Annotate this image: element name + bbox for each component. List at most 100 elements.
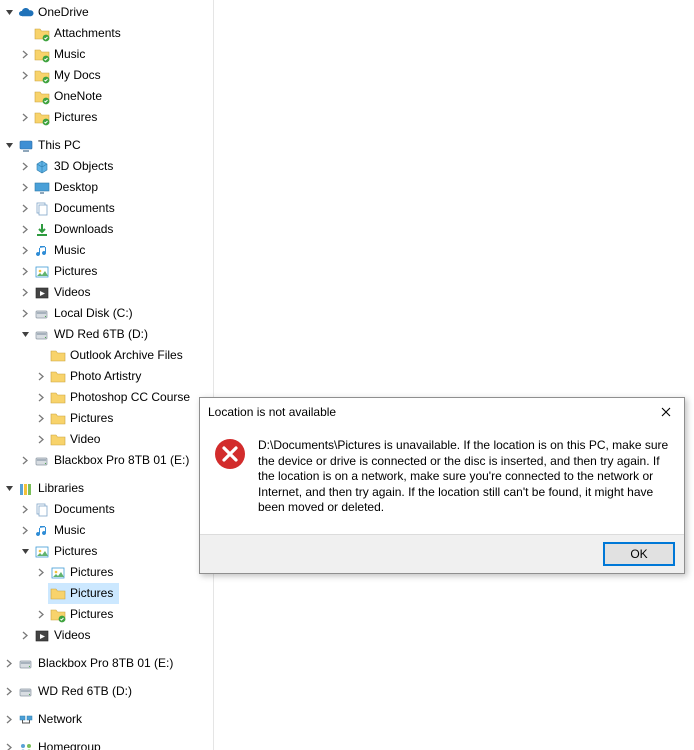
chevron-right-icon[interactable] xyxy=(18,524,32,538)
tree-item-label: WD Red 6TB (D:) xyxy=(54,324,148,345)
tree-item[interactable]: Blackbox Pro 8TB 01 (E:) xyxy=(0,450,213,471)
3d-icon xyxy=(34,159,50,175)
chevron-right-icon[interactable] xyxy=(18,181,32,195)
chevron-right-icon[interactable] xyxy=(18,454,32,468)
chevron-down-icon[interactable] xyxy=(2,6,16,20)
tree-item[interactable]: Pictures xyxy=(0,583,213,604)
tree-item[interactable]: Homegroup xyxy=(0,737,213,750)
close-icon[interactable] xyxy=(654,402,678,422)
folder-sync-icon xyxy=(34,68,50,84)
tree-item[interactable]: Pictures xyxy=(0,107,213,128)
chevron-right-icon[interactable] xyxy=(2,741,16,750)
tree-item[interactable]: Video xyxy=(0,429,213,450)
tree-item[interactable]: Documents xyxy=(0,499,213,520)
navigation-tree[interactable]: OneDriveAttachmentsMusicMy DocsOneNotePi… xyxy=(0,0,213,750)
tree-item[interactable]: Network xyxy=(0,709,213,730)
disk-icon xyxy=(34,453,50,469)
chevron-right-icon[interactable] xyxy=(34,412,48,426)
pc-icon xyxy=(18,138,34,154)
content-pane xyxy=(213,0,694,750)
tree-item[interactable]: Pictures xyxy=(0,408,213,429)
tree-item[interactable]: Photo Artistry xyxy=(0,366,213,387)
dialog-titlebar: Location is not available xyxy=(200,398,684,426)
chevron-right-icon[interactable] xyxy=(18,265,32,279)
tree-item-label: OneNote xyxy=(54,86,102,107)
chevron-right-icon[interactable] xyxy=(34,391,48,405)
tree-item[interactable]: Local Disk (C:) xyxy=(0,303,213,324)
desktop-icon xyxy=(34,180,50,196)
tree-item-label: Pictures xyxy=(54,261,97,282)
chevron-right-icon[interactable] xyxy=(18,503,32,517)
tree-item-label: Libraries xyxy=(38,478,84,499)
tree-item-label: Local Disk (C:) xyxy=(54,303,133,324)
tree-item-label: Blackbox Pro 8TB 01 (E:) xyxy=(38,653,173,674)
tree-item[interactable]: Pictures xyxy=(0,541,213,562)
tree-item-label: Photo Artistry xyxy=(70,366,141,387)
chevron-right-icon[interactable] xyxy=(18,244,32,258)
tree-item[interactable]: Downloads xyxy=(0,219,213,240)
chevron-down-icon[interactable] xyxy=(2,482,16,496)
tree-item[interactable]: Music xyxy=(0,44,213,65)
tree-item[interactable]: Outlook Archive Files xyxy=(0,345,213,366)
tree-item[interactable]: Music xyxy=(0,520,213,541)
lib-videos-icon xyxy=(34,628,50,644)
tree-item[interactable]: Blackbox Pro 8TB 01 (E:) xyxy=(0,653,213,674)
chevron-right-icon[interactable] xyxy=(2,657,16,671)
chevron-down-icon[interactable] xyxy=(2,139,16,153)
tree-item[interactable]: Attachments xyxy=(0,23,213,44)
tree-item[interactable]: WD Red 6TB (D:) xyxy=(0,681,213,702)
chevron-right-icon[interactable] xyxy=(18,111,32,125)
tree-item[interactable]: This PC xyxy=(0,135,213,156)
chevron-right-icon[interactable] xyxy=(18,48,32,62)
chevron-right-icon[interactable] xyxy=(2,685,16,699)
tree-item[interactable]: Videos xyxy=(0,282,213,303)
tree-item[interactable]: OneNote xyxy=(0,86,213,107)
tree-item[interactable]: WD Red 6TB (D:) xyxy=(0,324,213,345)
tree-item[interactable]: Pictures xyxy=(0,604,213,625)
chevron-right-icon[interactable] xyxy=(34,566,48,580)
tree-item[interactable]: Music xyxy=(0,240,213,261)
chevron-right-icon[interactable] xyxy=(2,713,16,727)
tree-item[interactable]: My Docs xyxy=(0,65,213,86)
chevron-right-icon[interactable] xyxy=(18,69,32,83)
tree-item[interactable]: Videos xyxy=(0,625,213,646)
folder-icon xyxy=(50,348,66,364)
tree-item[interactable]: OneDrive xyxy=(0,2,213,23)
chevron-right-icon[interactable] xyxy=(18,307,32,321)
tree-item-label: Music xyxy=(54,520,85,541)
tree-item[interactable]: Documents xyxy=(0,198,213,219)
chevron-right-icon[interactable] xyxy=(34,608,48,622)
tree-item-label: Videos xyxy=(54,625,90,646)
tree-item[interactable]: 3D Objects xyxy=(0,156,213,177)
tree-item[interactable]: Pictures xyxy=(0,261,213,282)
chevron-down-icon[interactable] xyxy=(18,545,32,559)
chevron-right-icon[interactable] xyxy=(18,160,32,174)
tree-item-label: Documents xyxy=(54,499,115,520)
chevron-right-icon[interactable] xyxy=(18,223,32,237)
ok-button[interactable]: OK xyxy=(604,543,674,565)
libraries-icon xyxy=(18,481,34,497)
folder-sync-icon xyxy=(34,26,50,42)
chevron-right-icon[interactable] xyxy=(18,286,32,300)
chevron-right-icon[interactable] xyxy=(18,629,32,643)
tree-item[interactable]: Photoshop CC Course xyxy=(0,387,213,408)
tree-item-label: Pictures xyxy=(54,107,97,128)
tree-item-label: Attachments xyxy=(54,23,121,44)
disk-icon xyxy=(34,327,50,343)
tree-item[interactable]: Pictures xyxy=(0,562,213,583)
tree-item[interactable]: Desktop xyxy=(0,177,213,198)
tree-item-label: Video xyxy=(70,429,100,450)
error-icon xyxy=(214,438,246,470)
chevron-right-icon[interactable] xyxy=(34,433,48,447)
tree-item-label: Outlook Archive Files xyxy=(70,345,183,366)
tree-item-label: Pictures xyxy=(70,562,113,583)
tree-item-label: This PC xyxy=(38,135,81,156)
tree-item[interactable]: Libraries xyxy=(0,478,213,499)
chevron-down-icon[interactable] xyxy=(18,328,32,342)
dialog-footer: OK xyxy=(200,534,684,573)
disk-icon xyxy=(34,306,50,322)
documents-icon xyxy=(34,201,50,217)
tree-item-label: Network xyxy=(38,709,82,730)
chevron-right-icon[interactable] xyxy=(34,370,48,384)
chevron-right-icon[interactable] xyxy=(18,202,32,216)
